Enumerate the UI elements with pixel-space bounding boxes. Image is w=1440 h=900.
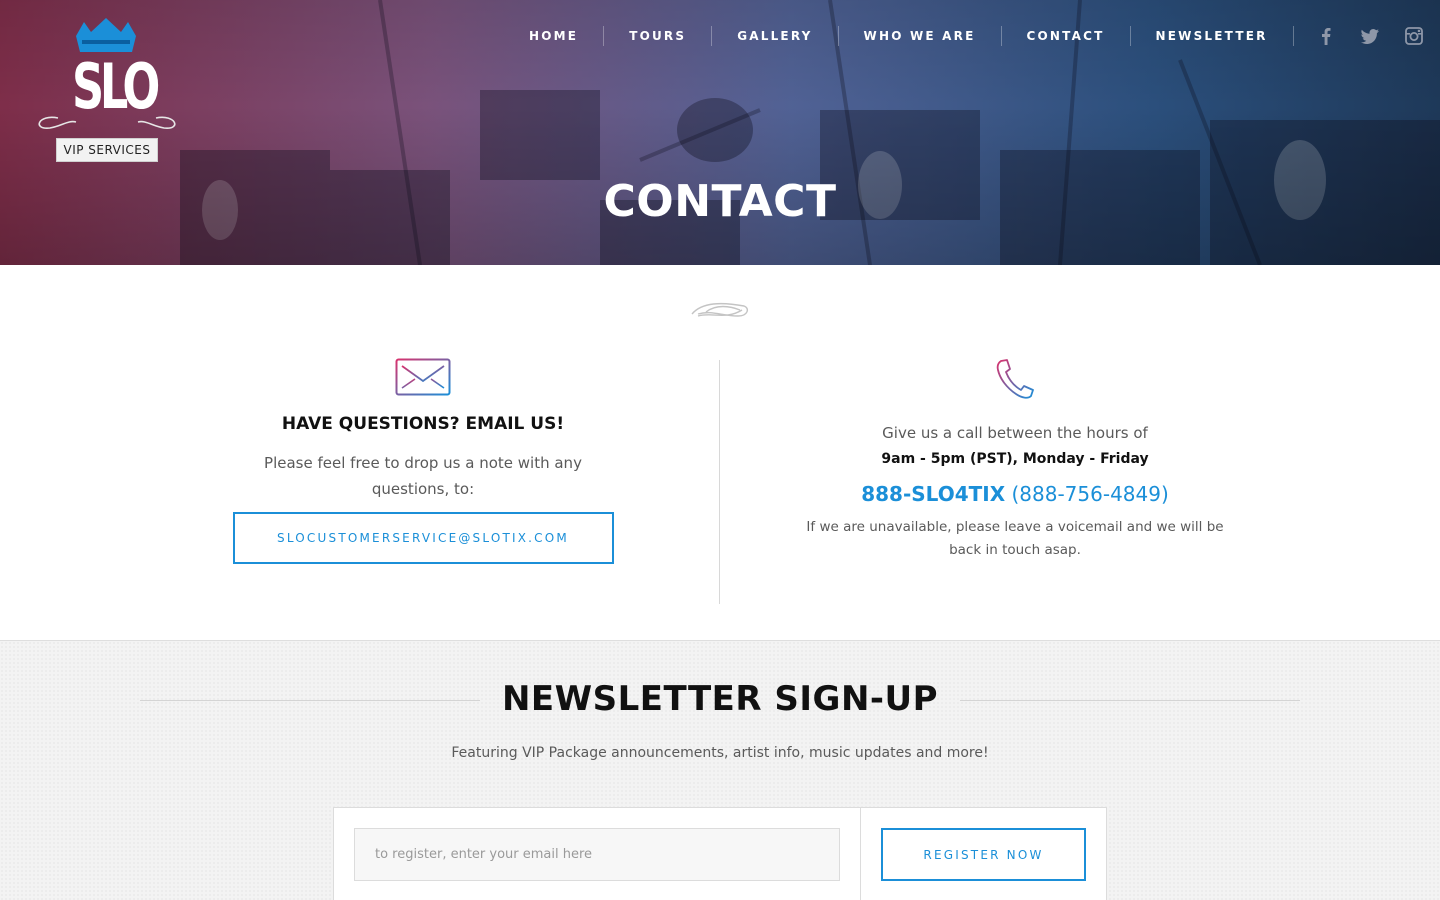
- main-nav: HOME TOURS GALLERY WHO WE ARE CONTACT NE…: [504, 26, 1436, 46]
- phone-numeric-number[interactable]: (888-756-4849): [1011, 482, 1168, 506]
- form-divider: [860, 808, 861, 900]
- mail-icon: [395, 358, 451, 396]
- phone-section: Give us a call between the hours of 9am …: [790, 358, 1240, 562]
- nav-item-contact[interactable]: CONTACT: [1002, 26, 1130, 46]
- logo-badge: VIP SERVICES: [56, 138, 158, 162]
- phone-number-line[interactable]: 888-SLO4TIX (888-756-4849): [790, 482, 1240, 506]
- email-description: Please feel free to drop us a note with …: [264, 454, 582, 498]
- flourish-divider-icon: [691, 302, 749, 317]
- email-section: HAVE QUESTIONS? EMAIL US! Please feel fr…: [200, 358, 646, 564]
- site-logo[interactable]: SLO VIP SERVICES: [28, 18, 186, 166]
- nav-divider: [1292, 26, 1294, 46]
- phone-icon: [996, 359, 1034, 399]
- logo-wordmark: SLO: [72, 50, 160, 123]
- facebook-icon[interactable]: [1304, 26, 1348, 46]
- nav-item-home[interactable]: HOME: [504, 26, 603, 46]
- instagram-icon[interactable]: [1392, 26, 1436, 46]
- call-intro-text: Give us a call between the hours of: [882, 424, 1148, 442]
- newsletter-email-input[interactable]: [354, 828, 840, 881]
- twitter-icon[interactable]: [1348, 26, 1392, 46]
- newsletter-section: NEWSLETTER SIGN-UP Featuring VIP Package…: [0, 640, 1440, 900]
- voicemail-note: If we are unavailable, please leave a vo…: [806, 519, 1224, 558]
- nav-item-newsletter[interactable]: NEWSLETTER: [1131, 26, 1293, 46]
- nav-item-gallery[interactable]: GALLERY: [712, 26, 837, 46]
- call-hours-text: 9am - 5pm (PST), Monday - Friday: [881, 451, 1149, 467]
- social-links: [1304, 26, 1436, 46]
- email-address-button[interactable]: SLOCUSTOMERSERVICE@SLOTIX.COM: [232, 512, 614, 564]
- newsletter-title: NEWSLETTER SIGN-UP: [501, 679, 939, 719]
- section-divider: [719, 360, 720, 604]
- nav-item-who-we-are[interactable]: WHO WE ARE: [839, 26, 1001, 46]
- newsletter-form: REGISTER NOW: [333, 807, 1107, 900]
- page-title: CONTACT: [603, 176, 837, 227]
- hero-banner: SLO VIP SERVICES HOME TOURS GALLERY WHO …: [0, 0, 1440, 265]
- email-heading: HAVE QUESTIONS? EMAIL US!: [281, 414, 565, 434]
- nav-item-tours[interactable]: TOURS: [604, 26, 711, 46]
- register-now-button[interactable]: REGISTER NOW: [881, 828, 1086, 881]
- phone-vanity-number[interactable]: 888-SLO4TIX: [861, 482, 1005, 506]
- newsletter-description: Featuring VIP Package announcements, art…: [451, 745, 989, 761]
